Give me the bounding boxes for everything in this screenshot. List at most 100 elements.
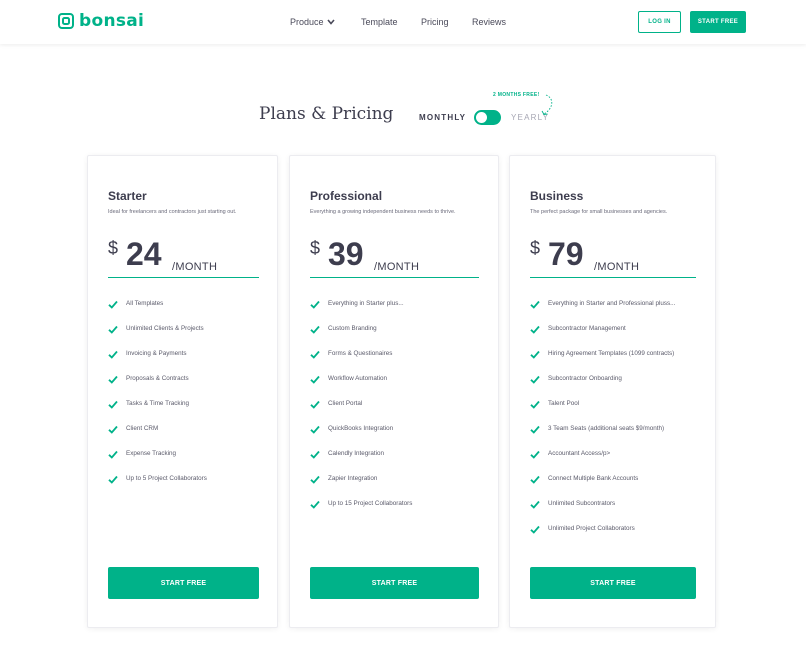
plan-description: Ideal for freelancers and contractors ju…: [108, 209, 237, 215]
price-amount: 39: [328, 236, 364, 272]
brand-logo[interactable]: bonsai: [58, 11, 144, 31]
feature-label: Subcontractor Onboarding: [548, 375, 622, 382]
feature-label: QuickBooks Integration: [328, 425, 394, 432]
feature-label: Zapier Integration: [328, 475, 378, 482]
check-icon: [108, 450, 118, 459]
check-icon: [530, 500, 540, 509]
nav-item-label: Template: [361, 17, 398, 27]
billing-period-toggle[interactable]: [474, 110, 501, 125]
feature-list: Everything in Starter plus... Custom Bran…: [310, 300, 412, 525]
price-amount: 24: [126, 236, 162, 272]
check-icon: [530, 300, 540, 309]
plan-name: Professional: [310, 189, 383, 203]
feature-label: Custom Branding: [328, 325, 377, 332]
feature-item: Client CRM: [108, 425, 207, 450]
feature-item: Workflow Automation: [310, 375, 412, 400]
nav-item-label: Pricing: [421, 17, 449, 27]
check-icon: [108, 350, 118, 359]
feature-item: Unlimited Subcontrators: [530, 500, 675, 525]
check-icon: [530, 425, 540, 434]
feature-label: Calendly Integration: [328, 450, 385, 457]
page-title: Plans & Pricing: [259, 104, 394, 124]
check-icon: [310, 300, 320, 309]
feature-label: All Templates: [126, 300, 164, 307]
feature-item: Forms & Questionaires: [310, 350, 412, 375]
check-icon: [310, 425, 320, 434]
nav-item-produce[interactable]: Produce: [290, 17, 335, 27]
check-icon: [108, 400, 118, 409]
check-icon: [310, 500, 320, 509]
plan-name: Starter: [108, 189, 147, 203]
feature-label: Everything in Starter and Professional p…: [548, 300, 676, 307]
feature-item: Connect Multiple Bank Accounts: [530, 475, 675, 500]
feature-item: Hiring Agreement Templates (1099 contrac…: [530, 350, 675, 375]
price-period: /MONTH: [172, 261, 218, 273]
currency-symbol: $: [108, 238, 119, 258]
feature-item: Proposals & Contracts: [108, 375, 207, 400]
plan-card-business: Business The perfect package for small b…: [509, 155, 716, 628]
feature-label: Connect Multiple Bank Accounts: [548, 475, 639, 482]
feature-item: Zapier Integration: [310, 475, 412, 500]
feature-label: Talent Pool: [548, 400, 580, 407]
check-icon: [108, 475, 118, 484]
feature-label: Up to 5 Project Collaborators: [126, 475, 207, 482]
nav-item-template[interactable]: Template: [361, 17, 398, 27]
feature-list: All Templates Unlimited Clients & Project…: [108, 300, 207, 500]
start-free-button[interactable]: START FREE: [108, 567, 259, 599]
bonsai-logo-icon: [58, 13, 74, 29]
curved-arrow-icon: [541, 94, 553, 115]
feature-label: Tasks & Time Tracking: [126, 400, 189, 407]
start-free-button[interactable]: START FREE: [310, 567, 479, 599]
start-free-header-button[interactable]: START FREE: [690, 11, 746, 33]
feature-item: Client Portal: [310, 400, 412, 425]
nav-item-label: Reviews: [472, 17, 507, 27]
feature-item: Calendly Integration: [310, 450, 412, 475]
feature-list: Everything in Starter and Professional p…: [530, 300, 675, 550]
feature-item: All Templates: [108, 300, 207, 325]
feature-label: Hiring Agreement Templates (1099 contrac…: [548, 350, 675, 357]
promo-badge: 2 MONTHS FREE!: [493, 92, 540, 98]
start-free-button[interactable]: START FREE: [530, 567, 696, 599]
check-icon: [108, 425, 118, 434]
check-icon: [530, 400, 540, 409]
feature-label: Everything in Starter plus...: [328, 300, 404, 307]
feature-item: Up to 15 Project Collaborators: [310, 500, 412, 525]
feature-item: Custom Branding: [310, 325, 412, 350]
currency-symbol: $: [530, 238, 541, 258]
billing-monthly-label[interactable]: MONTHLY: [419, 113, 466, 122]
check-icon: [310, 400, 320, 409]
feature-label: Client Portal: [328, 400, 363, 407]
feature-label: Up to 15 Project Collaborators: [328, 500, 413, 507]
plan-name: Business: [530, 189, 584, 203]
feature-item: Everything in Starter and Professional p…: [530, 300, 675, 325]
check-icon: [310, 375, 320, 384]
feature-label: Proposals & Contracts: [126, 375, 189, 382]
check-icon: [530, 325, 540, 334]
feature-item: Unlimited Clients & Projects: [108, 325, 207, 350]
feature-item: Subcontractor Onboarding: [530, 375, 675, 400]
check-icon: [310, 350, 320, 359]
nav-item-reviews[interactable]: Reviews: [472, 17, 506, 27]
check-icon: [310, 325, 320, 334]
feature-item: QuickBooks Integration: [310, 425, 412, 450]
feature-label: Unlimited Project Collaborators: [548, 525, 635, 532]
plan-description: The perfect package for small businesses…: [530, 209, 668, 215]
check-icon: [310, 475, 320, 484]
check-icon: [530, 525, 540, 534]
feature-item: Everything in Starter plus...: [310, 300, 412, 325]
currency-symbol: $: [310, 238, 321, 258]
check-icon: [530, 350, 540, 359]
feature-item: Accountant Access/p>: [530, 450, 675, 475]
check-icon: [310, 450, 320, 459]
nav-item-label: Produce: [290, 17, 324, 27]
check-icon: [530, 475, 540, 484]
feature-item: Expense Tracking: [108, 450, 207, 475]
nav-item-pricing[interactable]: Pricing: [421, 17, 449, 27]
toggle-knob: [476, 112, 487, 123]
feature-label: Expense Tracking: [126, 450, 177, 457]
price-period: /MONTH: [374, 261, 420, 273]
feature-label: Unlimited Clients & Projects: [126, 325, 204, 332]
check-icon: [108, 325, 118, 334]
login-button[interactable]: LOG IN: [638, 11, 681, 33]
check-icon: [108, 300, 118, 309]
